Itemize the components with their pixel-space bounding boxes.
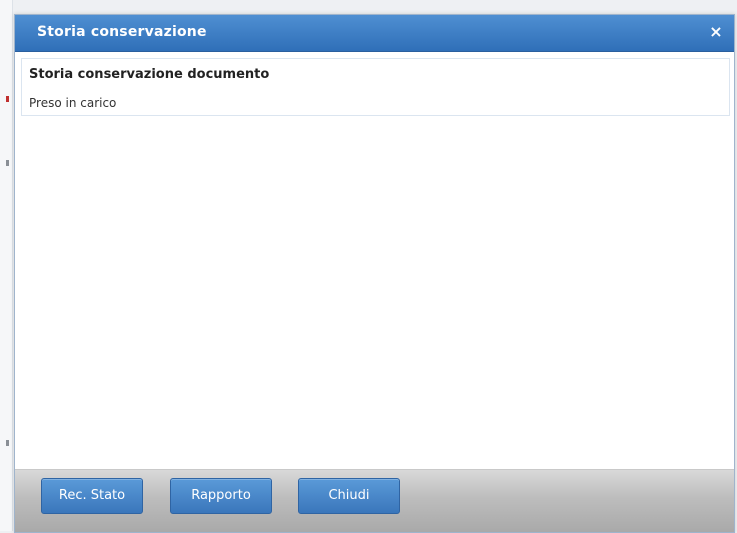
close-icon[interactable]: ×	[708, 24, 724, 40]
storia-conservazione-dialog: Storia conservazione × Storia conservazi…	[14, 14, 735, 533]
status-text: Preso in carico	[29, 96, 117, 110]
chiudi-button[interactable]: Chiudi	[298, 478, 400, 514]
rec-stato-button[interactable]: Rec. Stato	[41, 478, 143, 514]
dialog-title: Storia conservazione	[37, 24, 207, 40]
history-panel: Storia conservazione documento Preso in …	[21, 58, 730, 116]
dialog-footer: Rec. Stato Rapporto Chiudi	[15, 469, 734, 532]
edge-marker	[6, 440, 9, 446]
background-page-edge	[0, 0, 13, 531]
section-heading: Storia conservazione documento	[29, 67, 270, 82]
rapporto-button[interactable]: Rapporto	[170, 478, 272, 514]
edge-marker	[6, 96, 9, 102]
edge-marker	[6, 160, 9, 166]
dialog-titlebar: Storia conservazione ×	[15, 15, 734, 52]
